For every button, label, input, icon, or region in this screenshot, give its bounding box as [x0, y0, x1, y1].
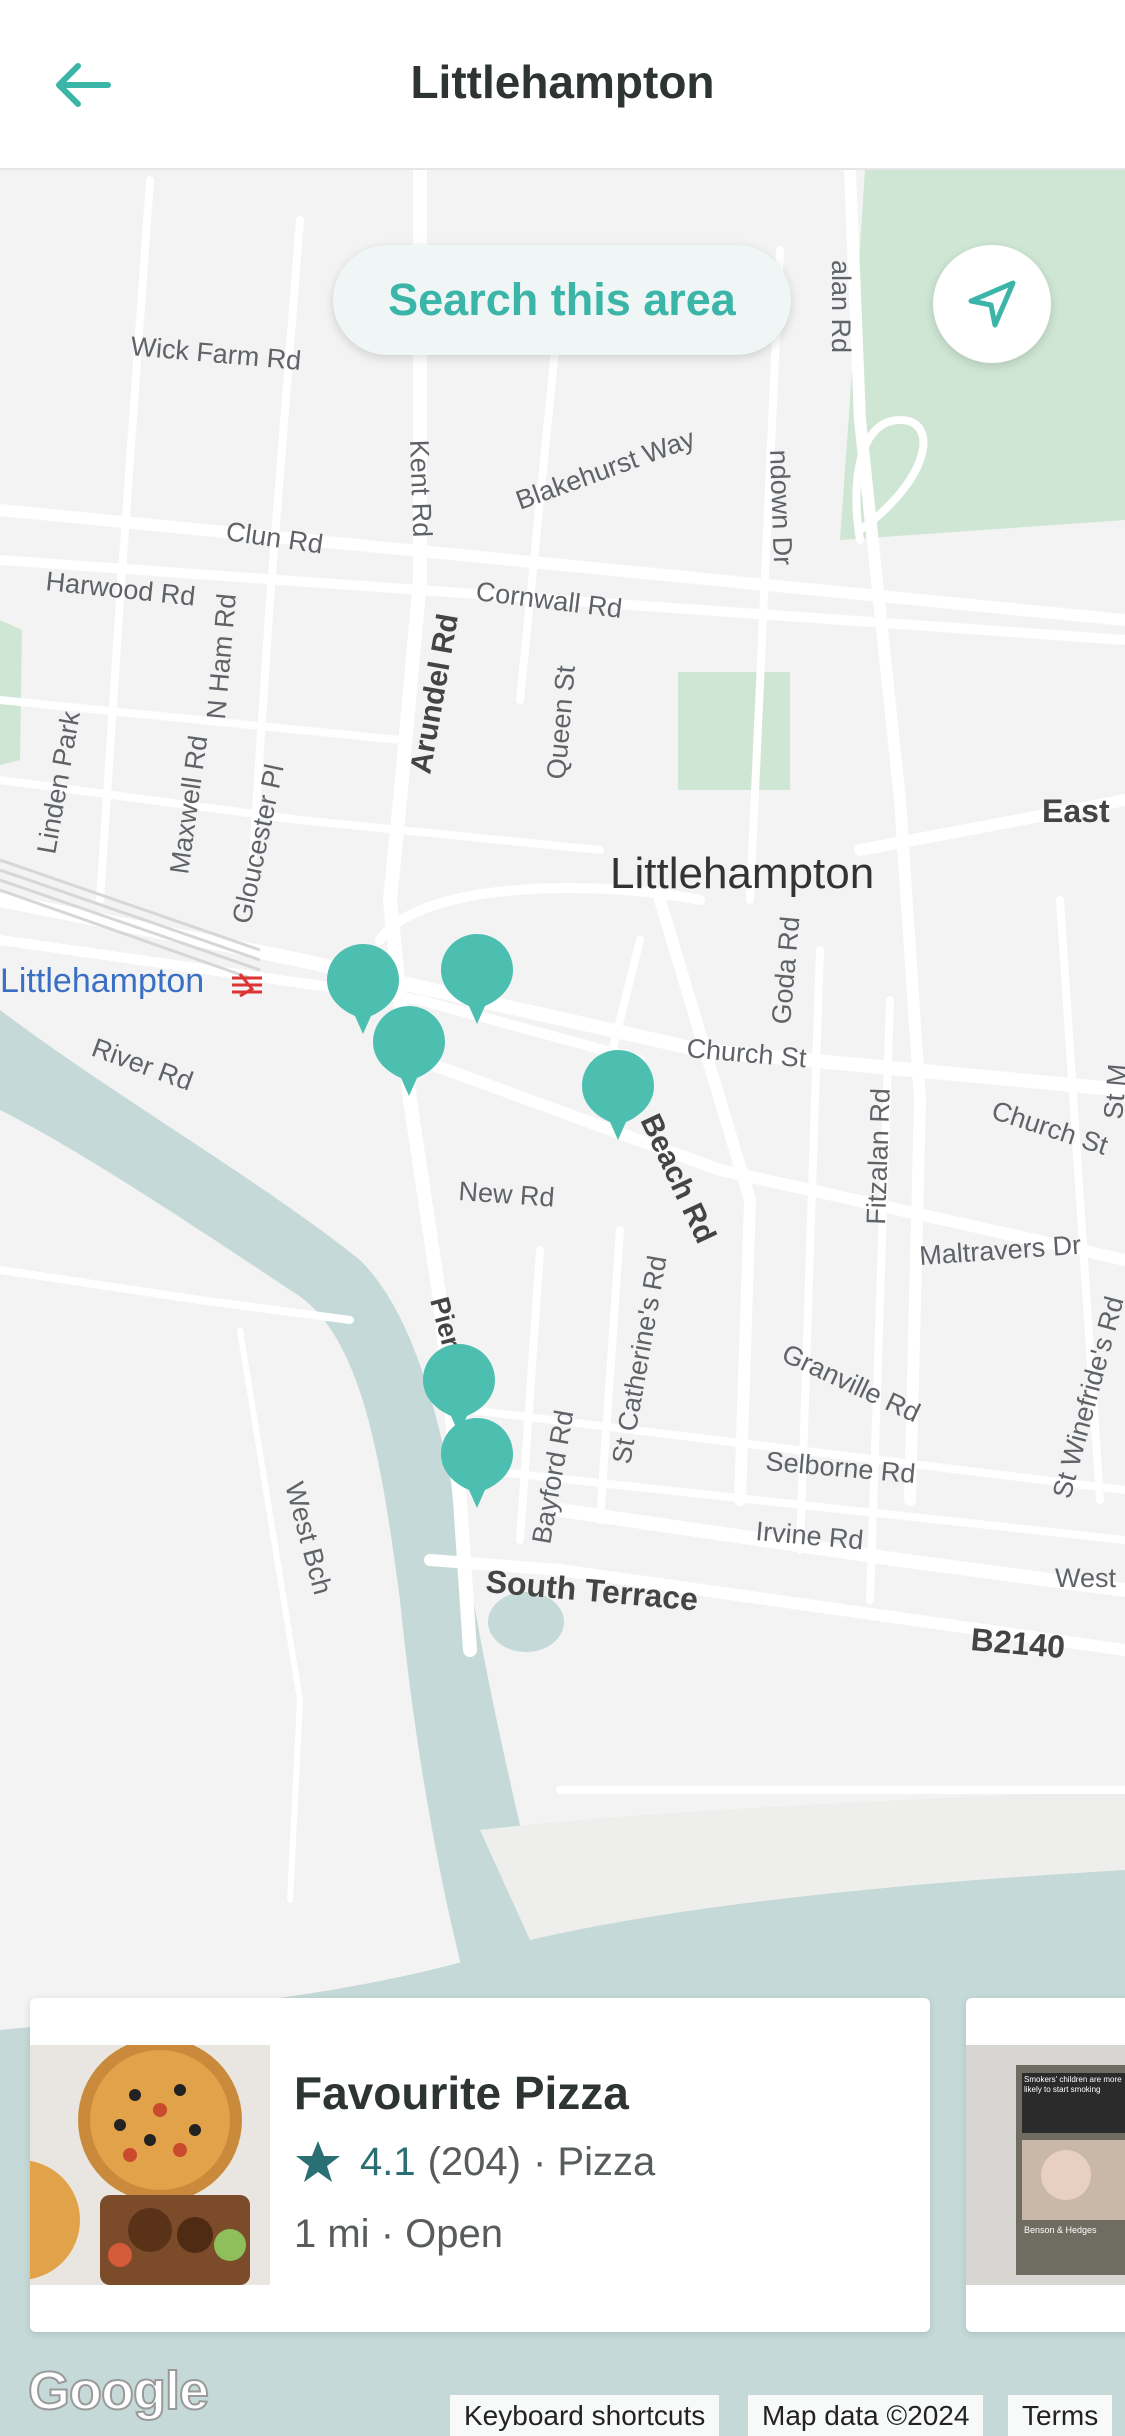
distance-label: 1 mi	[294, 2212, 370, 2256]
navigation-arrow-icon	[968, 280, 1016, 328]
search-this-area-button[interactable]: Search this area	[333, 245, 791, 355]
rating-count: (204)	[427, 2139, 521, 2184]
map-data-attribution: Map data ©2024	[748, 2395, 984, 2436]
restaurant-meta: 1 mi · Open	[294, 2212, 503, 2257]
top-app-bar: Littlehampton	[0, 0, 1125, 170]
open-status: · Open	[380, 2212, 503, 2256]
terms-link[interactable]: Terms	[1008, 2395, 1113, 2436]
restaurant-name: Favourite Pizza	[294, 2067, 629, 2119]
restaurant-card[interactable]: Favourite Pizza 4.1 (204) · Pizza 1 mi ·…	[30, 1998, 930, 2332]
restaurant-rating: 4.1 (204) · Pizza	[294, 2138, 655, 2186]
restaurant-map-pin[interactable]	[437, 930, 517, 1030]
my-location-button[interactable]	[933, 245, 1051, 363]
map-view[interactable]: Wick Farm Rd Kent Rd Blakehurst Way Clun…	[0, 170, 1125, 2436]
restaurant-thumbnail: Smokers' children are more likely to sta…	[966, 2045, 1125, 2285]
pack-warning-text: Smokers' children are more likely to sta…	[1024, 2075, 1122, 2094]
restaurant-map-pin[interactable]	[437, 1414, 517, 1514]
pack-brand-text: Benson & Hedges	[1024, 2225, 1097, 2235]
star-icon	[296, 2141, 340, 2182]
rating-score: 4.1	[360, 2139, 416, 2184]
restaurant-map-pin[interactable]	[369, 1002, 449, 1102]
restaurant-thumbnail	[30, 2045, 270, 2285]
restaurant-map-pin[interactable]	[578, 1046, 658, 1146]
google-logo: Google	[27, 2360, 210, 2422]
cuisine-label: · Pizza	[533, 2139, 656, 2184]
keyboard-shortcuts-link[interactable]: Keyboard shortcuts	[450, 2395, 720, 2436]
page-title: Littlehampton	[410, 56, 715, 108]
restaurant-card-next[interactable]: Smokers' children are more likely to sta…	[966, 1998, 1125, 2332]
